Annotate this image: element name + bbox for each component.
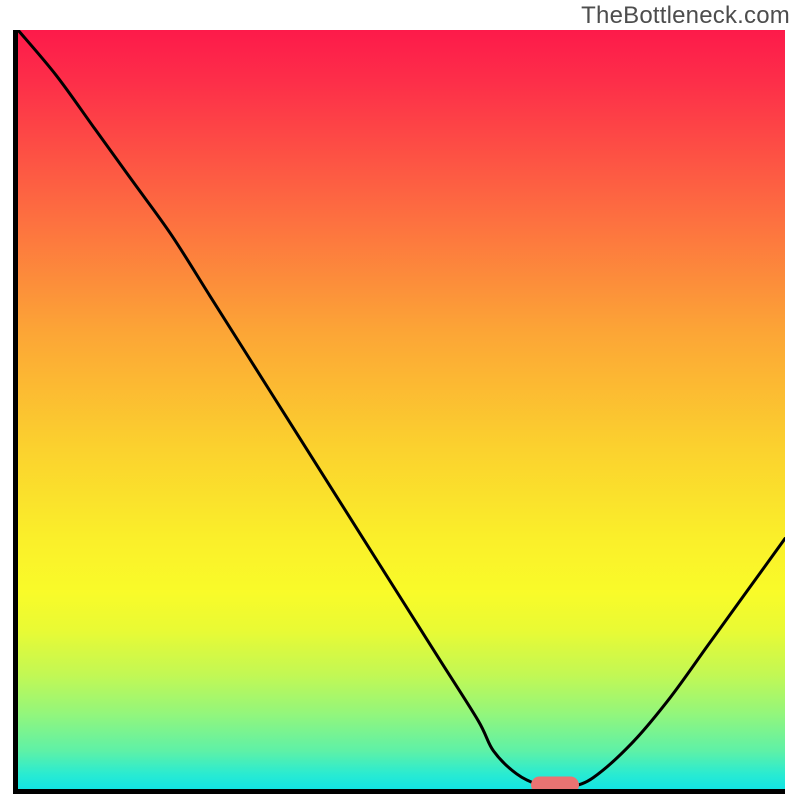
watermark-text: TheBottleneck.com bbox=[581, 2, 790, 30]
optimal-marker bbox=[531, 777, 579, 794]
bottleneck-curve bbox=[18, 30, 785, 787]
curve-svg bbox=[18, 30, 785, 789]
chart-container: TheBottleneck.com bbox=[0, 0, 800, 800]
plot-area bbox=[13, 30, 785, 794]
